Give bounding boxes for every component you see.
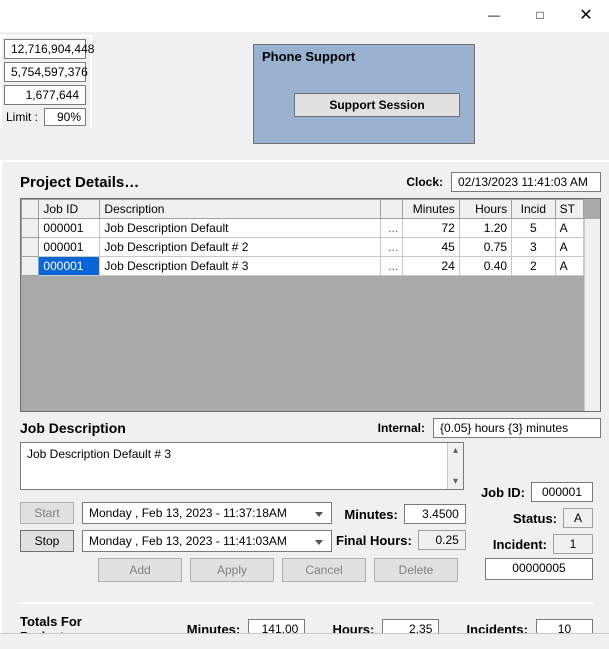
record-counter: 00000005 xyxy=(485,558,593,580)
description-scrollbar[interactable]: ▴ ▾ xyxy=(447,443,463,489)
cell-desc[interactable]: Job Description Default # 2 xyxy=(100,238,381,257)
cell-minutes[interactable]: 24 xyxy=(403,257,460,276)
grid-scrollbar[interactable] xyxy=(584,219,600,411)
col-incid[interactable]: Incid xyxy=(512,200,556,219)
maximize-button[interactable]: □ xyxy=(517,0,563,30)
row-header[interactable] xyxy=(22,219,39,238)
job-description-label: Job Description xyxy=(20,420,126,436)
start-button[interactable]: Start xyxy=(20,502,74,524)
delete-button[interactable]: Delete xyxy=(374,558,458,582)
apply-button[interactable]: Apply xyxy=(190,558,274,582)
cell-jobid[interactable]: 000001 xyxy=(39,219,100,238)
cell-hours[interactable]: 0.40 xyxy=(459,257,511,276)
controls-block: Job Description Default # 3 ▴ ▾ Job ID: … xyxy=(20,442,601,490)
project-grid[interactable]: Job ID Description Minutes Hours Incid S… xyxy=(20,198,601,412)
action-row: Add Apply Cancel Delete xyxy=(98,558,458,582)
phone-support-label: Phone Support xyxy=(254,45,474,64)
incident-value: 1 xyxy=(553,534,593,554)
internal-label: Internal: xyxy=(378,421,425,435)
col-hours[interactable]: Hours xyxy=(459,200,511,219)
main-panel: Project Details… Clock: 02/13/2023 11:41… xyxy=(0,160,609,649)
metric-2: 5,754,597,376 xyxy=(4,62,86,82)
clock-value: 02/13/2023 11:41:03 AM xyxy=(451,172,601,192)
chevron-down-icon: ▾ xyxy=(453,476,458,487)
chevron-up-icon: ▴ xyxy=(453,445,458,456)
metric-3: 1,677,644 xyxy=(4,85,86,105)
clock-label: Clock: xyxy=(406,175,443,189)
table-row[interactable]: 000001Job Description Default # 2...450.… xyxy=(22,238,584,257)
cell-ellipsis[interactable]: ... xyxy=(381,257,403,276)
metric-1: 12,716,904,448 xyxy=(4,39,86,59)
job-description-field[interactable]: Job Description Default # 3 ▴ ▾ xyxy=(20,442,464,490)
row-header[interactable] xyxy=(22,238,39,257)
project-details-title: Project Details… xyxy=(20,174,139,191)
cell-st[interactable]: A xyxy=(555,238,583,257)
limit-value: 90% xyxy=(44,108,86,126)
cell-st[interactable]: A xyxy=(555,257,583,276)
cell-minutes[interactable]: 72 xyxy=(403,219,460,238)
stop-button[interactable]: Stop xyxy=(20,530,74,552)
add-button[interactable]: Add xyxy=(98,558,182,582)
limit-label: Limit : xyxy=(4,110,38,124)
titlebar: — □ ✕ xyxy=(0,0,609,30)
job-description-text: Job Description Default # 3 xyxy=(27,447,171,461)
jobid-value[interactable]: 000001 xyxy=(531,482,593,502)
cell-desc[interactable]: Job Description Default # 3 xyxy=(100,257,381,276)
incident-label: Incident: xyxy=(493,537,547,552)
stop-time-picker[interactable]: Monday , Feb 13, 2023 - 11:41:03AM xyxy=(82,530,332,552)
col-minutes[interactable]: Minutes xyxy=(403,200,460,219)
cell-hours[interactable]: 0.75 xyxy=(459,238,511,257)
minutes-value[interactable]: 3.4500 xyxy=(404,504,466,524)
window-horizontal-scrollbar[interactable] xyxy=(0,633,609,649)
final-hours-value: 0.25 xyxy=(418,530,466,550)
cell-incid[interactable]: 5 xyxy=(512,219,556,238)
col-st[interactable]: ST xyxy=(555,200,583,219)
minutes-label: Minutes: xyxy=(344,507,397,522)
table-row[interactable]: 000001Job Description Default...721.205A xyxy=(22,219,584,238)
cell-minutes[interactable]: 45 xyxy=(403,238,460,257)
cell-jobid[interactable]: 000001 xyxy=(39,257,100,276)
col-desc[interactable]: Description xyxy=(100,200,381,219)
status-value: A xyxy=(563,508,593,528)
top-metrics-block: 12,716,904,448 5,754,597,376 1,677,644 L… xyxy=(0,35,92,128)
cell-st[interactable]: A xyxy=(555,219,583,238)
cell-ellipsis[interactable]: ... xyxy=(381,238,403,257)
status-label: Status: xyxy=(513,511,557,526)
col-jobid[interactable]: Job ID xyxy=(39,200,100,219)
final-hours-label: Final Hours: xyxy=(336,533,412,548)
close-button[interactable]: ✕ xyxy=(563,0,609,30)
cell-jobid[interactable]: 000001 xyxy=(39,238,100,257)
cell-ellipsis[interactable]: ... xyxy=(381,219,403,238)
phone-support-panel: Phone Support Support Session xyxy=(253,44,475,144)
support-session-button[interactable]: Support Session xyxy=(294,93,460,117)
cell-hours[interactable]: 1.20 xyxy=(459,219,511,238)
cell-incid[interactable]: 2 xyxy=(512,257,556,276)
cancel-button[interactable]: Cancel xyxy=(282,558,366,582)
jobid-label: Job ID: xyxy=(481,485,525,500)
internal-value: {0.05} hours {3} minutes xyxy=(433,418,601,438)
row-header[interactable] xyxy=(22,257,39,276)
start-time-picker[interactable]: Monday , Feb 13, 2023 - 11:37:18AM xyxy=(82,502,332,524)
cell-incid[interactable]: 3 xyxy=(512,238,556,257)
table-row[interactable]: 000001Job Description Default # 3...240.… xyxy=(22,257,584,276)
minimize-button[interactable]: — xyxy=(471,0,517,30)
cell-desc[interactable]: Job Description Default xyxy=(100,219,381,238)
